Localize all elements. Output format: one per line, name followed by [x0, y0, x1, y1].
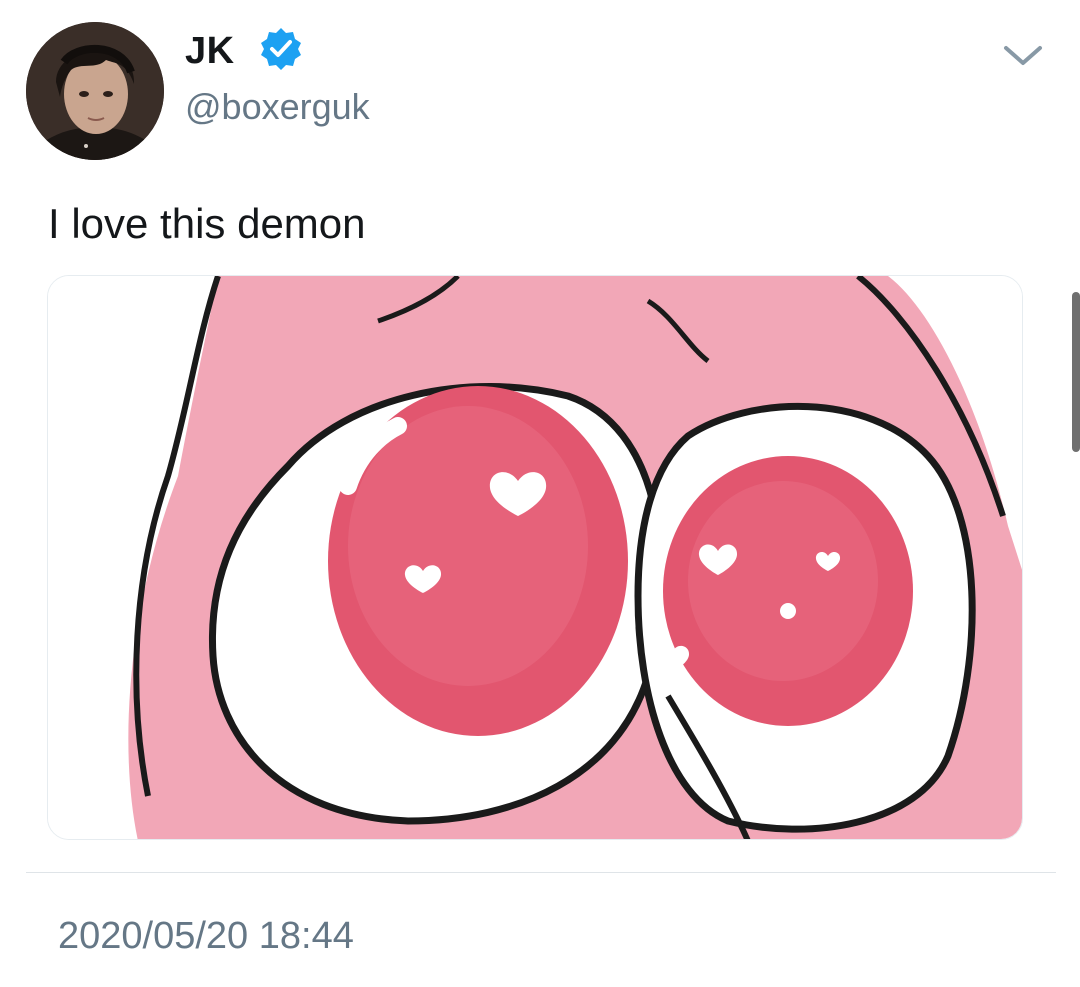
chevron-down-icon[interactable] [1000, 40, 1046, 70]
scrollbar[interactable] [1072, 292, 1080, 452]
divider [26, 872, 1056, 873]
display-name[interactable]: JK [185, 30, 235, 73]
verified-badge-icon [261, 28, 301, 70]
cartoon-heart-eyes-icon [48, 276, 1022, 839]
tweet-media-image[interactable] [47, 275, 1023, 840]
avatar-image [26, 22, 164, 160]
author-handle[interactable]: @boxerguk [185, 86, 370, 128]
avatar[interactable] [26, 22, 164, 160]
tweet-timestamp[interactable]: 2020/05/20 18:44 [58, 915, 354, 958]
tweet-text: I love this demon [48, 200, 366, 247]
tweet-card: JK @boxerguk I love this demon 2020/05/2… [0, 0, 1080, 987]
